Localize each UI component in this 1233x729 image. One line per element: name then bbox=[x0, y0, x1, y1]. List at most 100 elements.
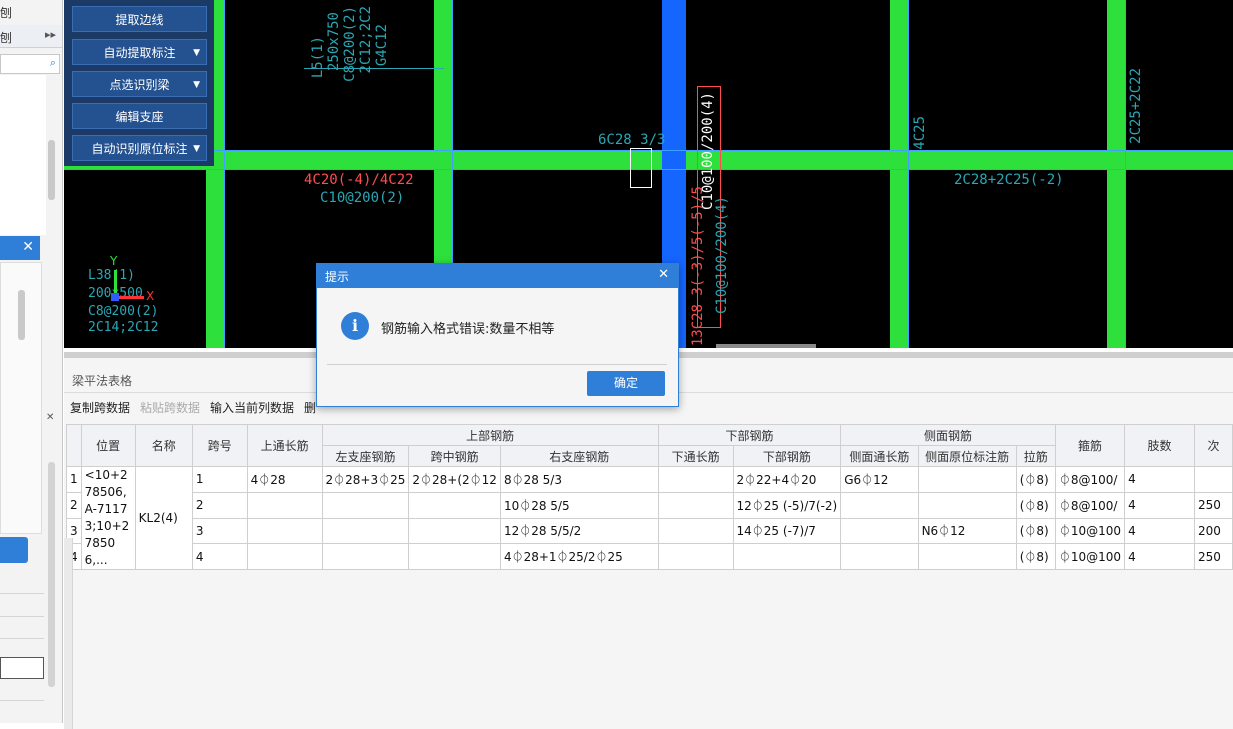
cell-extra[interactable]: 250 bbox=[1193, 543, 1233, 570]
cell-tie[interactable]: (⏀8) bbox=[1015, 491, 1056, 519]
search-icon[interactable]: ⌕ bbox=[50, 56, 56, 70]
cell-legs[interactable]: 4 bbox=[1124, 491, 1195, 519]
cell-left-support[interactable] bbox=[321, 543, 410, 570]
cell-right-support[interactable]: 8⏀28 5/3 bbox=[499, 466, 659, 493]
cell-name[interactable]: KL2(4) bbox=[134, 466, 193, 570]
scrollbar[interactable] bbox=[18, 290, 25, 340]
cell-extra[interactable]: 200 bbox=[1193, 517, 1233, 545]
cell-bottom-through[interactable] bbox=[657, 543, 734, 570]
cell-top-through[interactable] bbox=[246, 543, 323, 570]
copy-span-button[interactable]: 复制跨数据 bbox=[70, 401, 130, 415]
cell-top-through[interactable] bbox=[246, 491, 323, 519]
cell-bottom-through[interactable] bbox=[657, 517, 734, 545]
cell-right-support[interactable]: 10⏀28 5/5 bbox=[499, 491, 659, 519]
pick-beam-button[interactable]: 点选识别梁 ▼ bbox=[72, 71, 207, 97]
panel-button[interactable] bbox=[0, 537, 28, 563]
property-field[interactable] bbox=[0, 657, 44, 679]
col-header-left-support[interactable]: 左支座钢筋 bbox=[321, 445, 410, 467]
table-row[interactable]: 4 4 4⏀28+1⏀25/2⏀25 (⏀8) ⏀10@100 4 250 bbox=[66, 543, 1233, 570]
cell-bottom[interactable]: 2⏀22+4⏀20 bbox=[732, 466, 842, 493]
cell-span[interactable]: 4 bbox=[191, 543, 248, 570]
cell-span[interactable]: 1 bbox=[191, 466, 248, 493]
close-icon[interactable]: ✕ bbox=[658, 267, 669, 282]
col-header-side-through[interactable]: 侧面通长筋 bbox=[840, 445, 919, 467]
cell-side-in-situ[interactable] bbox=[917, 491, 1017, 519]
cell-left-support[interactable] bbox=[321, 517, 410, 545]
cell-side-through[interactable] bbox=[840, 517, 919, 545]
col-header-name[interactable]: 名称 bbox=[134, 424, 193, 467]
col-header-tie[interactable]: 拉筋 bbox=[1015, 445, 1056, 467]
col-header-span[interactable]: 跨号 bbox=[191, 424, 248, 467]
cell-side-through[interactable]: G6⏀12 bbox=[840, 466, 919, 493]
cell-bottom-through[interactable] bbox=[657, 491, 734, 519]
table-row[interactable]: 1 <10+278506,A-71173;10+278506,... KL2(4… bbox=[66, 466, 1233, 570]
col-header-extra[interactable]: 次 bbox=[1193, 424, 1233, 467]
cell-right-support[interactable]: 4⏀28+1⏀25/2⏀25 bbox=[499, 543, 659, 570]
cell-bottom[interactable]: 12⏀25 (-5)/7(-2) bbox=[732, 491, 842, 519]
cell-side-in-situ[interactable] bbox=[917, 543, 1017, 570]
cell-tie[interactable]: (⏀8) bbox=[1015, 543, 1056, 570]
dropdown-arrow-icon[interactable]: ▼ bbox=[193, 136, 200, 162]
cell-extra[interactable]: 250 bbox=[1193, 491, 1233, 519]
cell-legs[interactable]: 4 bbox=[1124, 517, 1195, 545]
delete-button[interactable]: 删 bbox=[304, 401, 316, 415]
cell-stirrup[interactable]: ⏀8@100/ bbox=[1054, 466, 1126, 493]
input-column-button[interactable]: 输入当前列数据 bbox=[210, 401, 294, 415]
auto-extract-annotation-button[interactable]: 自动提取标注 ▼ bbox=[72, 39, 207, 65]
close-icon[interactable]: ✕ bbox=[46, 412, 62, 426]
cell-mid[interactable] bbox=[408, 543, 501, 570]
col-header-position[interactable]: 位置 bbox=[80, 424, 136, 467]
edit-support-button[interactable]: 编辑支座 bbox=[72, 103, 207, 129]
cell-span[interactable]: 2 bbox=[191, 491, 248, 519]
cell-stirrup[interactable]: ⏀8@100/ bbox=[1054, 491, 1126, 519]
auto-in-situ-annotation-button[interactable]: 自动识别原位标注 ▼ bbox=[72, 135, 207, 161]
cell-left-support[interactable]: 2⏀28+3⏀25 bbox=[321, 466, 410, 493]
cell-mid[interactable] bbox=[408, 517, 501, 545]
dropdown-arrow-icon[interactable]: ▼ bbox=[193, 40, 200, 66]
cell-bottom[interactable]: 14⏀25 (-7)/7 bbox=[732, 517, 842, 545]
col-header-side-in-situ[interactable]: 侧面原位标注筋 bbox=[917, 445, 1017, 467]
cell-legs[interactable]: 4 bbox=[1124, 543, 1195, 570]
table-row[interactable]: 3 3 12⏀28 5/5/2 14⏀25 (-7)/7 N6⏀12 (⏀8) … bbox=[66, 517, 1233, 545]
cell-position[interactable]: <10+278506,A-71173;10+278506,... bbox=[80, 466, 136, 570]
cell-tie[interactable]: (⏀8) bbox=[1015, 517, 1056, 545]
cell-side-in-situ[interactable] bbox=[917, 466, 1017, 493]
cad-annotation: L5(1) bbox=[310, 36, 326, 79]
col-header-right-support[interactable]: 右支座钢筋 bbox=[499, 445, 659, 467]
left-search-input[interactable]: ⌕ bbox=[0, 54, 60, 74]
col-header-bottom[interactable]: 下部钢筋 bbox=[732, 445, 842, 467]
col-header-legs[interactable]: 肢数 bbox=[1124, 424, 1195, 467]
ok-button[interactable]: 确定 bbox=[587, 371, 665, 396]
col-header-bottom-through[interactable]: 下通长筋 bbox=[657, 445, 734, 467]
double-chevron-right-icon[interactable]: ▸▸ bbox=[45, 28, 56, 41]
cell-side-through[interactable] bbox=[840, 491, 919, 519]
scrollbar[interactable] bbox=[48, 140, 55, 200]
cell-bottom-through[interactable] bbox=[657, 466, 734, 493]
cell-tie[interactable]: (⏀8) bbox=[1015, 466, 1056, 493]
cell-right-support[interactable]: 12⏀28 5/5/2 bbox=[499, 517, 659, 545]
dialog-titlebar[interactable]: 提示 ✕ bbox=[317, 264, 678, 288]
cell-stirrup[interactable]: ⏀10@100 bbox=[1054, 517, 1126, 545]
col-header-stirrup[interactable]: 箍筋 bbox=[1054, 424, 1126, 467]
col-header-top-through[interactable]: 上通长筋 bbox=[246, 424, 323, 467]
dropdown-arrow-icon[interactable]: ▼ bbox=[193, 72, 200, 98]
cell-left-support[interactable] bbox=[321, 491, 410, 519]
cell-legs[interactable]: 4 bbox=[1124, 466, 1195, 493]
cell-top-through[interactable] bbox=[246, 517, 323, 545]
cell-span[interactable]: 3 bbox=[191, 517, 248, 545]
cell-stirrup[interactable]: ⏀10@100 bbox=[1054, 543, 1126, 570]
cell-bottom[interactable] bbox=[732, 543, 842, 570]
cell-side-in-situ[interactable]: N6⏀12 bbox=[917, 517, 1017, 545]
cell-extra[interactable] bbox=[1193, 466, 1233, 493]
cell-side-through[interactable] bbox=[840, 543, 919, 570]
extract-edge-button[interactable]: 提取边线 bbox=[72, 6, 207, 32]
cell-mid[interactable] bbox=[408, 491, 501, 519]
cell-top-through[interactable]: 4⏀28 bbox=[246, 466, 323, 493]
cell-mid[interactable]: 2⏀28+(2⏀12 bbox=[408, 466, 501, 493]
paste-span-button[interactable]: 粘贴跨数据 bbox=[140, 401, 200, 415]
table-row[interactable]: 2 2 10⏀28 5/5 12⏀25 (-5)/7(-2) (⏀8) ⏀8@1… bbox=[66, 491, 1233, 519]
splitter-handle[interactable] bbox=[716, 344, 816, 348]
close-icon[interactable]: ✕ bbox=[22, 239, 34, 255]
scrollbar[interactable] bbox=[48, 462, 55, 687]
col-header-mid[interactable]: 跨中钢筋 bbox=[408, 445, 501, 467]
